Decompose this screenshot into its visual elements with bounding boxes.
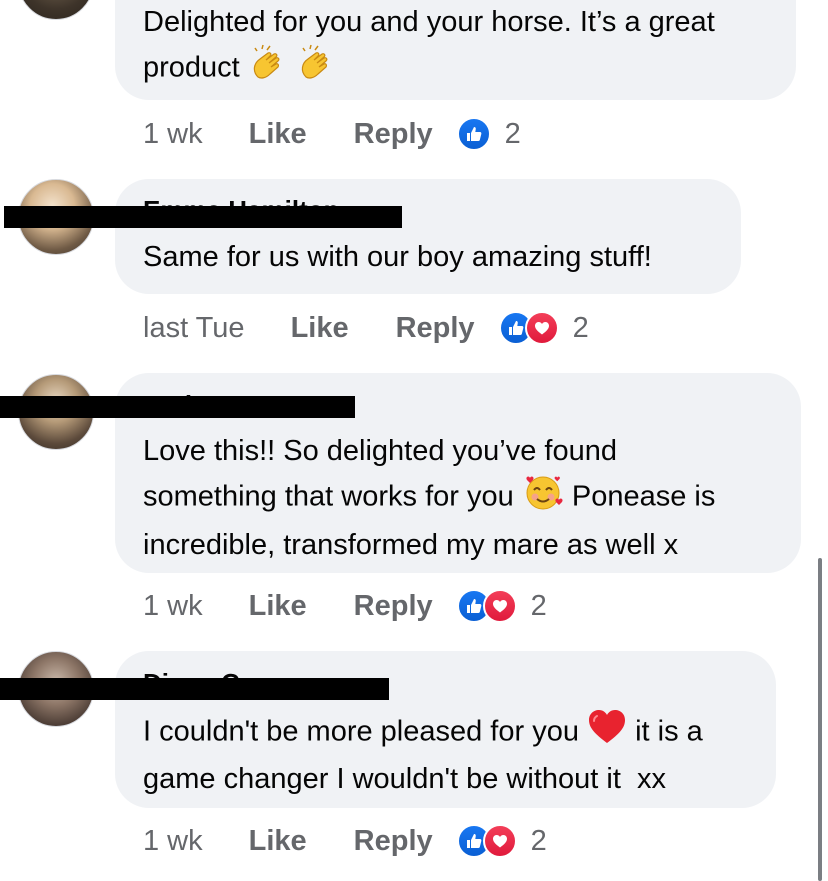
comment-actions: 1 wk Like Reply 2 [143, 586, 547, 626]
thumbs-up-icon [456, 117, 491, 151]
comment-actions: 1 wk Like Reply 2 [143, 114, 521, 154]
reaction-summary[interactable]: 2 [456, 117, 521, 151]
like-button[interactable]: Like [249, 825, 307, 858]
clapping-hands-emoji [248, 43, 336, 95]
comments-thread: Delighted for you and your horse. It’s a… [0, 0, 828, 881]
reaction-summary[interactable]: 2 [456, 589, 547, 623]
redaction-bar [0, 678, 389, 700]
reply-button[interactable]: Reply [354, 825, 433, 858]
comment-timestamp[interactable]: 1 wk [143, 825, 203, 858]
comment-text: Delighted for you and your horse. It’s a… [143, 1, 715, 95]
reaction-count: 2 [504, 117, 521, 150]
reaction-summary[interactable]: 2 [456, 824, 547, 858]
comment-line: game changer I wouldn't be without it xx [143, 763, 666, 795]
reply-button[interactable]: Reply [354, 118, 433, 151]
comment-line: incredible, transformed my mare as well … [143, 529, 679, 561]
comment-line: Same for us with our boy amazing stuff! [143, 241, 652, 273]
like-button[interactable]: Like [249, 118, 307, 151]
comment-timestamp[interactable]: last Tue [143, 312, 245, 345]
reaction-summary[interactable]: 2 [498, 311, 589, 345]
comment-text: I couldn't be more pleased for you it is… [143, 708, 703, 800]
comment-actions: last Tue Like Reply 2 [143, 308, 589, 348]
like-button[interactable]: Like [291, 312, 349, 345]
reply-button[interactable]: Reply [354, 590, 433, 623]
comment-actions: 1 wk Like Reply 2 [143, 821, 547, 861]
reply-button[interactable]: Reply [396, 312, 475, 345]
reaction-count: 2 [530, 824, 547, 857]
heart-icon [482, 589, 517, 623]
comment-line: Love this!! So delighted you’ve found [143, 435, 617, 467]
comment-timestamp[interactable]: 1 wk [143, 118, 203, 151]
comment-timestamp[interactable]: 1 wk [143, 590, 203, 623]
smiling-face-with-hearts-emoji [522, 472, 564, 524]
red-heart-emoji [587, 708, 627, 758]
reaction-count: 2 [530, 589, 547, 622]
comment-text: Love this!! So delighted you’ve found so… [143, 430, 715, 566]
scrollbar[interactable] [818, 558, 822, 881]
comment-line: something that works for you [143, 480, 514, 513]
comment-line: product [143, 51, 240, 84]
reaction-count: 2 [572, 311, 589, 344]
comment-line: Ponease is [571, 480, 716, 513]
heart-icon [482, 824, 517, 858]
like-button[interactable]: Like [249, 590, 307, 623]
redaction-bar [4, 206, 402, 228]
comment-bubble: Delighted for you and your horse. It’s a… [115, 0, 796, 100]
comment-line: I couldn't be more pleased for you [143, 715, 579, 748]
commenter-avatar[interactable] [18, 0, 94, 20]
comment-line: Delighted for you and your horse. It’s a… [143, 6, 715, 38]
redaction-bar [0, 396, 355, 418]
comment-text: Same for us with our boy amazing stuff! [143, 236, 652, 278]
heart-icon [524, 311, 559, 345]
comment-line: it is a [635, 715, 703, 748]
